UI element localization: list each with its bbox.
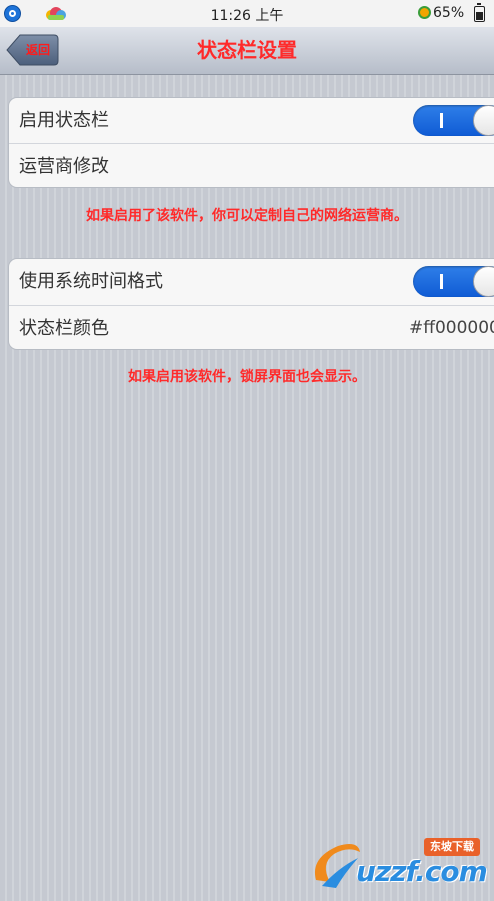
toggle-knob [473,105,494,136]
row-carrier-edit[interactable]: 运营商修改 [9,143,494,187]
toggle-on-mark [440,113,443,128]
toggle-knob [473,266,494,297]
system-time-format-toggle[interactable] [413,266,494,297]
battery-icon [474,3,485,22]
row-enable-statusbar[interactable]: 启用状态栏 [9,98,494,143]
row-label: 运营商修改 [19,156,109,177]
battery-saver-icon [418,6,431,19]
battery-percent: 65% [433,5,465,21]
row-statusbar-color[interactable]: 状态栏颜色 #ff000000 [9,305,494,349]
row-label: 状态栏颜色 [19,318,109,339]
enable-statusbar-toggle[interactable] [413,105,494,136]
back-button[interactable]: 返回 [6,34,59,66]
settings-group-statusbar: 启用状态栏 运营商修改 [8,97,494,188]
carrier-note: 如果启用了该软件，你可以定制自己的网络运营商。 [86,208,408,224]
watermark-tag: 东坡下载 [424,838,480,856]
row-label: 启用状态栏 [19,110,109,131]
lockscreen-note: 如果启用该软件，锁屏界面也会显示。 [128,369,366,385]
row-label: 使用系统时间格式 [19,271,163,292]
watermark-text: uzzf.com [356,855,488,888]
watermark-logo: uzzf.com 东坡下载 [308,838,488,890]
row-system-time-format[interactable]: 使用系统时间格式 [9,259,494,304]
page-title: 状态栏设置 [197,38,297,62]
statusbar-color-value: #ff000000 [409,318,494,338]
status-bar: 11:26 上午 65% [0,0,494,27]
toggle-on-mark [440,274,443,289]
nav-bar: 状态栏设置 返回 [0,27,494,75]
back-button-label: 返回 [25,43,50,57]
settings-group-time-color: 使用系统时间格式 状态栏颜色 #ff000000 [8,258,494,350]
